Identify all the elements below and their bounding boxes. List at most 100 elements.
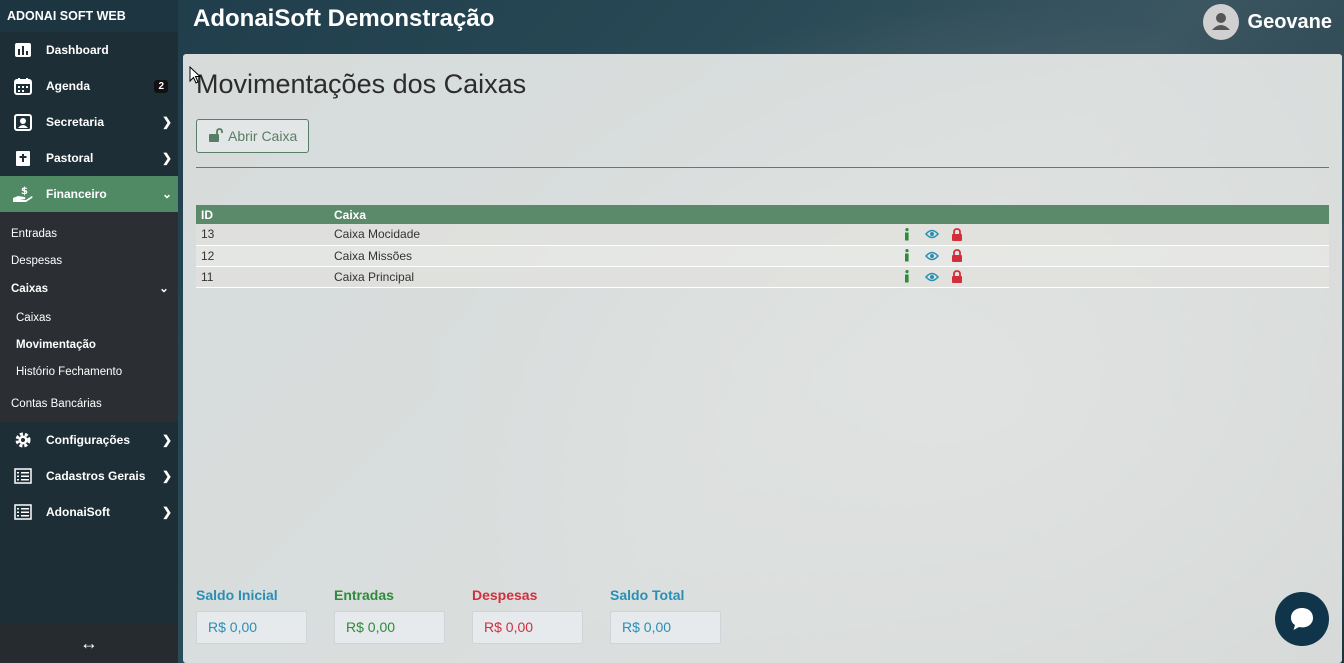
cell-caixa: Caixa Principal: [329, 266, 895, 288]
lock-icon[interactable]: [950, 227, 964, 241]
sidebar-item-dashboard[interactable]: Dashboard: [0, 32, 178, 68]
financeiro-submenu: Entradas Despesas Caixas ⌄ Caixas Movimen…: [0, 212, 178, 422]
lock-icon[interactable]: [950, 249, 964, 263]
cell-caixa: Caixa Missões: [329, 245, 895, 267]
sidebar-item-cadastros-gerais[interactable]: Cadastros Gerais ❯: [0, 458, 178, 494]
cell-id: 12: [196, 245, 329, 267]
submenu-item-label: Despesas: [11, 255, 63, 267]
submenu-item-label: Caixas: [16, 312, 52, 324]
chevron-right-icon: ❯: [161, 469, 173, 483]
submenu-item-label: Contas Bancárias: [11, 398, 102, 410]
table-header-row: ID Caixa: [196, 205, 1329, 224]
cell-actions: [895, 266, 1329, 288]
submenu-item-contas[interactable]: Contas Bancárias: [0, 386, 178, 422]
info-icon[interactable]: [900, 270, 914, 284]
cell-id: 11: [196, 266, 329, 288]
cashbox-table: ID Caixa 13 Caixa Mocidade 12 Caixa Miss…: [196, 205, 1329, 288]
id-card-icon: [0, 113, 46, 131]
submenu-item-movimentacao[interactable]: Movimentação: [0, 332, 178, 359]
sidebar-item-configuracoes[interactable]: Configurações ❯: [0, 422, 178, 458]
total-label: Saldo Total: [610, 587, 685, 603]
sidebar-item-agenda[interactable]: Agenda 2: [0, 68, 178, 104]
sidebar-item-label: Dashboard: [46, 43, 109, 57]
brand-label: ADONAI SOFT WEB: [0, 0, 178, 32]
total-value-field[interactable]: R$ 0,00: [334, 611, 445, 644]
sidebar-item-label: Configurações: [46, 433, 131, 447]
total-despesas: Despesas R$ 0,00: [472, 587, 583, 644]
app-title: AdonaiSoft Demonstração: [193, 5, 495, 32]
totals-section: Saldo Inicial R$ 0,00 Entradas R$ 0,00 D…: [196, 587, 721, 644]
column-header-caixa[interactable]: Caixa: [329, 205, 895, 224]
sidebar-item-label: AdonaiSoft: [46, 505, 110, 519]
submenu-item-label: Histório Fechamento: [16, 366, 123, 378]
avatar: [1202, 4, 1239, 40]
submenu-item-label: Movimentação: [16, 339, 96, 351]
info-icon[interactable]: [900, 227, 914, 241]
total-value-field[interactable]: R$ 0,00: [472, 611, 583, 644]
chat-button[interactable]: [1275, 592, 1329, 646]
chevron-right-icon: ❯: [161, 505, 173, 519]
chevron-down-icon: ⌄: [161, 187, 173, 201]
table-row[interactable]: 12 Caixa Missões: [196, 245, 1329, 267]
total-label: Saldo Inicial: [196, 587, 278, 603]
eye-icon[interactable]: [925, 270, 939, 284]
sidebar-item-label: Pastoral: [46, 151, 94, 165]
total-value-field[interactable]: R$ 0,00: [196, 611, 307, 644]
sidebar-item-pastoral[interactable]: Pastoral ❯: [0, 140, 178, 176]
user-icon: [1211, 13, 1230, 30]
cell-actions: [895, 224, 1329, 246]
main-panel: Movimentações dos Caixas Abrir Caixa ID …: [183, 54, 1342, 663]
total-value-field[interactable]: R$ 0,00: [610, 611, 721, 644]
user-menu[interactable]: Geovane: [1202, 4, 1332, 40]
sidebar-toggle-button[interactable]: ↔: [0, 623, 178, 663]
calendar-icon: [0, 77, 46, 95]
submenu-item-despesas[interactable]: Despesas: [0, 248, 178, 275]
list-icon: [0, 504, 46, 520]
total-saldo-total: Saldo Total R$ 0,00: [610, 587, 721, 644]
chevron-right-icon: ❯: [161, 115, 173, 129]
hand-money-icon: $: [0, 185, 46, 203]
sidebar-item-adonaisoft[interactable]: AdonaiSoft ❯: [0, 494, 178, 530]
submenu-item-entradas[interactable]: Entradas: [0, 221, 178, 248]
unlock-icon: [208, 127, 223, 145]
submenu-item-caixas-list[interactable]: Caixas: [0, 304, 178, 332]
user-name: Geovane: [1247, 10, 1332, 33]
table-row[interactable]: 11 Caixa Principal: [196, 266, 1329, 288]
submenu-item-label: Caixas: [11, 283, 49, 295]
submenu-item-historico[interactable]: Histório Fechamento: [0, 359, 178, 386]
sidebar-item-label: Agenda: [46, 79, 91, 93]
chat-bubble-icon: [1291, 608, 1313, 630]
submenu-item-caixas[interactable]: Caixas ⌄: [0, 275, 178, 304]
column-header-actions: [895, 205, 1329, 224]
resize-arrows-icon: ↔: [80, 633, 98, 653]
sidebar-item-label: Financeiro: [46, 187, 107, 201]
lock-icon[interactable]: [950, 270, 964, 284]
info-icon[interactable]: [900, 249, 914, 263]
column-header-id[interactable]: ID: [196, 205, 329, 224]
total-entradas: Entradas R$ 0,00: [334, 587, 445, 644]
eye-icon[interactable]: [925, 249, 939, 263]
cell-id: 13: [196, 224, 329, 246]
cell-caixa: Caixa Mocidade: [329, 224, 895, 246]
sidebar-item-label: Cadastros Gerais: [46, 469, 146, 483]
bible-icon: [0, 150, 46, 167]
sidebar: ADONAI SOFT WEB Dashboard Agenda 2 Secre…: [0, 0, 178, 663]
open-cashbox-label: Abrir Caixa: [228, 128, 298, 144]
table-row[interactable]: 13 Caixa Mocidade: [196, 224, 1329, 246]
cell-actions: [895, 245, 1329, 267]
sidebar-item-financeiro[interactable]: $ Financeiro ⌄: [0, 176, 178, 212]
agenda-badge: 2: [154, 79, 168, 93]
chevron-right-icon: ❯: [161, 151, 173, 165]
sidebar-item-label: Secretaria: [46, 115, 105, 129]
page-title: Movimentações dos Caixas: [196, 69, 527, 99]
chevron-right-icon: ❯: [161, 433, 173, 447]
chevron-down-icon: ⌄: [159, 283, 169, 295]
sidebar-item-secretaria[interactable]: Secretaria ❯: [0, 104, 178, 140]
gear-icon: [0, 431, 46, 449]
list-icon: [0, 468, 46, 484]
caixas-submenu: Caixas Movimentação Histório Fechamento: [0, 304, 178, 386]
eye-icon[interactable]: [925, 227, 939, 241]
bar-chart-icon: [0, 42, 46, 58]
mouse-cursor-icon: [189, 65, 202, 89]
open-cashbox-button[interactable]: Abrir Caixa: [196, 119, 310, 153]
